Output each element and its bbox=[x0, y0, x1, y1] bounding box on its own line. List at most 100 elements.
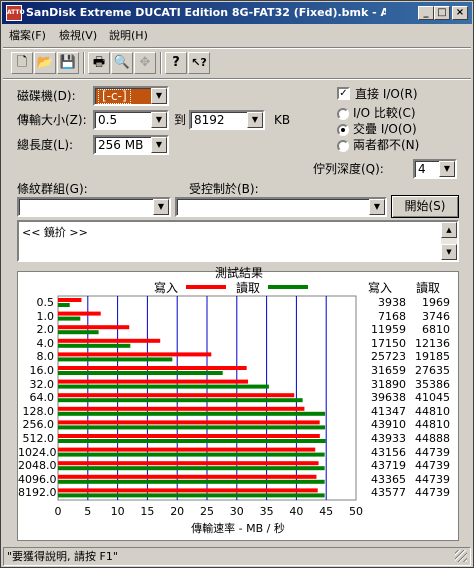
status-bar: "要獲得說明, 請按 F1" bbox=[3, 547, 471, 566]
menu-file[interactable]: 檔案(F) bbox=[9, 28, 46, 44]
read-value: 3746 bbox=[422, 309, 450, 323]
write-value: 43365 bbox=[371, 472, 406, 486]
y-tick-label: 4.0 bbox=[36, 336, 55, 350]
y-tick-label: 64.0 bbox=[29, 391, 55, 405]
results-panel: 測試結果 寫入 讀取 寫入 讀取 0.5 1.0 2.0 4.0 8.0 16.0 32.0… bbox=[17, 266, 459, 541]
direct-io-checkbox[interactable]: ✓ bbox=[337, 87, 350, 100]
print-preview-icon[interactable]: 🔍 bbox=[111, 52, 133, 74]
drive-value: [-c-] bbox=[98, 89, 131, 104]
read-bar bbox=[58, 425, 326, 430]
transfer-from-value: 0.5 bbox=[98, 113, 118, 127]
write-bar bbox=[58, 379, 249, 384]
window-title: SanDisk Extreme DUCATI Edition 8G-FAT32 … bbox=[26, 6, 386, 19]
chevron-down-icon[interactable]: ▼ bbox=[151, 88, 167, 104]
read-value: 44888 bbox=[415, 432, 450, 445]
write-bar bbox=[58, 420, 320, 425]
read-bar bbox=[58, 439, 326, 443]
y-tick-label: 2048.0 bbox=[18, 459, 57, 473]
write-value: 17150 bbox=[371, 336, 406, 350]
write-bar bbox=[58, 434, 320, 438]
move-icon[interactable]: ✥ bbox=[134, 52, 156, 74]
app-icon: ATTO bbox=[6, 5, 25, 21]
overlapped-io-radio[interactable] bbox=[337, 124, 349, 136]
scroll-up-icon[interactable]: ▲ bbox=[441, 222, 457, 238]
neither-radio[interactable] bbox=[337, 140, 349, 152]
read-bar bbox=[58, 452, 325, 457]
drive-label: 磁碟機(D): bbox=[17, 89, 76, 103]
close-button[interactable]: × bbox=[452, 6, 468, 20]
open-icon[interactable]: 📂 bbox=[34, 52, 56, 74]
chevron-down-icon[interactable]: ▼ bbox=[247, 112, 263, 128]
y-tick-label: 0.5 bbox=[36, 296, 55, 309]
io-compare-label: I/O 比較(C) bbox=[353, 106, 416, 120]
write-bar bbox=[58, 352, 212, 357]
start-button[interactable]: 開始(S) bbox=[391, 195, 459, 218]
read-bar bbox=[58, 371, 223, 375]
io-compare-radio[interactable] bbox=[337, 108, 349, 120]
resize-grip[interactable] bbox=[455, 550, 467, 562]
transfer-to-select[interactable]: 8192 ▼ bbox=[189, 110, 265, 130]
read-value: 6810 bbox=[422, 323, 450, 337]
y-tick-label: 128.0 bbox=[22, 404, 55, 418]
context-help-icon[interactable]: ↖? bbox=[188, 52, 210, 74]
chevron-down-icon[interactable]: ▼ bbox=[151, 112, 167, 128]
description-text: << 鏡扴 >> bbox=[22, 226, 88, 239]
y-tick-label: 32.0 bbox=[29, 377, 55, 391]
read-bar bbox=[58, 343, 131, 348]
write-bar bbox=[58, 393, 295, 398]
description-scrollbar[interactable]: ▲ ▼ bbox=[441, 222, 457, 260]
print-icon[interactable]: 🖶 bbox=[88, 52, 110, 74]
write-bar bbox=[58, 447, 316, 452]
chevron-down-icon[interactable]: ▼ bbox=[439, 161, 455, 177]
read-value: 44739 bbox=[415, 459, 450, 473]
controlled-by-select[interactable]: ▼ bbox=[175, 197, 387, 217]
menu-help[interactable]: 說明(H) bbox=[109, 28, 148, 44]
write-value: 39638 bbox=[371, 391, 406, 405]
read-value: 12136 bbox=[415, 336, 450, 350]
maximize-button[interactable]: □ bbox=[434, 6, 450, 20]
x-tick-label: 25 bbox=[200, 505, 214, 518]
x-tick-label: 15 bbox=[140, 505, 155, 518]
write-value: 41347 bbox=[371, 404, 406, 418]
write-value: 43577 bbox=[371, 486, 406, 500]
read-value: 44739 bbox=[415, 472, 450, 486]
write-value: 43719 bbox=[371, 459, 406, 473]
y-tick-label: 512.0 bbox=[22, 432, 55, 445]
minimize-button[interactable]: _ bbox=[418, 6, 434, 20]
transfer-from-select[interactable]: 0.5 ▼ bbox=[93, 110, 169, 130]
read-value: 44810 bbox=[415, 418, 450, 432]
drive-select[interactable]: [-c-] ▼ bbox=[93, 86, 169, 106]
queue-depth-select[interactable]: 4 ▼ bbox=[413, 159, 457, 179]
help-icon[interactable]: ? bbox=[165, 52, 187, 74]
write-bar bbox=[58, 366, 247, 370]
write-bar bbox=[58, 325, 130, 330]
read-bar bbox=[58, 493, 325, 498]
menu-view[interactable]: 檢視(V) bbox=[59, 28, 97, 44]
total-length-select[interactable]: 256 MB ▼ bbox=[93, 135, 169, 155]
x-tick-label: 50 bbox=[349, 505, 363, 518]
direct-io-label: 直接 I/O(R) bbox=[355, 87, 418, 101]
transfer-size-label: 傳輸大小(Z): bbox=[17, 113, 87, 127]
write-value: 43156 bbox=[371, 445, 406, 459]
read-bar bbox=[58, 411, 326, 416]
chevron-down-icon[interactable]: ▼ bbox=[153, 199, 169, 215]
description-memo[interactable]: << 鏡扴 >> ▲ ▼ bbox=[17, 220, 459, 262]
write-bar bbox=[58, 461, 319, 466]
x-tick-label: 45 bbox=[319, 505, 334, 518]
read-bar bbox=[58, 316, 81, 321]
chevron-down-icon[interactable]: ▼ bbox=[369, 199, 385, 215]
read-bar bbox=[58, 466, 325, 471]
y-tick-label: 4096.0 bbox=[18, 472, 57, 486]
read-value: 1969 bbox=[422, 296, 450, 309]
title-bar[interactable]: ATTO SanDisk Extreme DUCATI Edition 8G-F… bbox=[2, 2, 472, 24]
read-bar bbox=[58, 384, 269, 389]
transfer-to-value: 8192 bbox=[194, 113, 225, 127]
chevron-down-icon[interactable]: ▼ bbox=[151, 137, 167, 153]
status-text: "要獲得說明, 請按 F1" bbox=[7, 550, 118, 563]
save-icon[interactable]: 💾 bbox=[57, 52, 79, 74]
scroll-down-icon[interactable]: ▼ bbox=[441, 244, 457, 260]
write-bar bbox=[58, 488, 318, 493]
y-tick-label: 8192.0 bbox=[18, 486, 57, 500]
control-group-select[interactable]: ▼ bbox=[17, 197, 171, 217]
new-icon[interactable]: 🗋 bbox=[11, 52, 33, 74]
